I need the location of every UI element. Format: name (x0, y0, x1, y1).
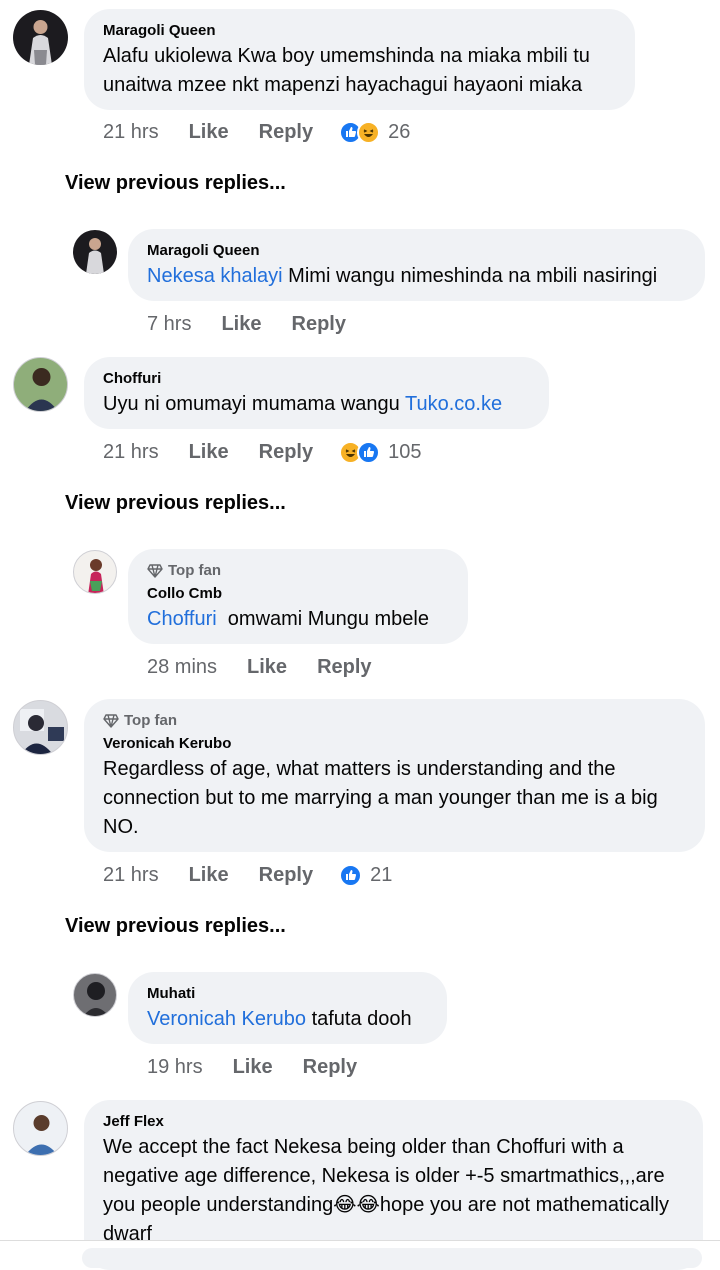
reply-button[interactable]: Reply (259, 121, 313, 144)
reply-button[interactable]: Reply (317, 656, 371, 679)
mention-link[interactable]: Nekesa khalayi (147, 265, 283, 287)
top-fan-badge: Top fan (103, 711, 686, 730)
comment-text: Alafu ukiolewa Kwa boy umemshinda na mia… (103, 45, 590, 96)
comment-text: Choffuri omwami Mungu mbele (147, 608, 429, 630)
comment-time[interactable]: 19 hrs (147, 1056, 203, 1079)
avatar[interactable] (73, 973, 117, 1017)
reply-button[interactable]: Reply (303, 1056, 357, 1079)
comment-text: Nekesa khalayi Mimi wangu nimeshinda na … (147, 265, 658, 287)
avatar[interactable] (73, 550, 117, 594)
like-button[interactable]: Like (189, 441, 229, 464)
person-photo-icon (83, 982, 109, 1016)
comment-bubble: Maragoli Queen Alafu ukiolewa Kwa boy um… (84, 9, 635, 110)
reaction-count: 105 (388, 440, 422, 463)
person-photo-icon (20, 709, 64, 754)
comment-actions: 21 hrs Like Reply 21 (103, 861, 392, 889)
view-previous-replies[interactable]: View previous replies... (65, 172, 286, 195)
comment-author[interactable]: Veronicah Kerubo (103, 734, 686, 753)
like-icon (357, 440, 381, 464)
avatar[interactable] (73, 230, 117, 274)
like-button[interactable]: Like (221, 313, 261, 336)
reply-bubble: Maragoli Queen Nekesa khalayi Mimi wangu… (128, 229, 705, 301)
like-button[interactable]: Like (189, 121, 229, 144)
reactions-summary[interactable]: 21 (339, 863, 393, 887)
reply-button[interactable]: Reply (259, 441, 313, 464)
comment-time[interactable]: 21 hrs (103, 121, 159, 144)
comment-author[interactable]: Maragoli Queen (103, 21, 616, 40)
comment-actions: 19 hrs Like Reply (147, 1053, 357, 1081)
next-comment-bubble (82, 1248, 702, 1268)
like-button[interactable]: Like (247, 656, 287, 679)
like-icon (339, 863, 363, 887)
person-photo-icon (29, 20, 52, 65)
avatar[interactable] (13, 700, 68, 755)
person-photo-icon (25, 1115, 58, 1155)
comment-actions: 28 mins Like Reply (147, 653, 372, 681)
comment-text: Veronicah Kerubo tafuta dooh (147, 1008, 412, 1030)
comment-text: Regardless of age, what matters is under… (103, 758, 658, 838)
like-button[interactable]: Like (189, 864, 229, 887)
comment-bubble: Top fan Veronicah Kerubo Regardless of a… (84, 699, 705, 852)
comment-time[interactable]: 28 mins (147, 656, 217, 679)
person-photo-icon (25, 368, 58, 411)
comment-author[interactable]: Collo Cmb (147, 584, 449, 603)
reaction-count: 21 (370, 863, 393, 886)
reply-bubble: Muhati Veronicah Kerubo tafuta dooh (128, 972, 447, 1044)
diamond-icon (103, 713, 119, 728)
person-photo-icon (88, 559, 104, 593)
diamond-icon (147, 563, 163, 578)
comment-time[interactable]: 21 hrs (103, 441, 159, 464)
reactions-summary[interactable]: 26 (339, 120, 411, 144)
mention-link[interactable]: Choffuri (147, 608, 217, 630)
reply-bubble: Top fan Collo Cmb Choffuri omwami Mungu … (128, 549, 468, 644)
comment-actions: 21 hrs Like Reply 105 (103, 438, 421, 466)
like-button[interactable]: Like (233, 1056, 273, 1079)
mention-link[interactable]: Tuko.co.ke (405, 393, 502, 415)
comment-time[interactable]: 21 hrs (103, 864, 159, 887)
view-previous-replies[interactable]: View previous replies... (65, 492, 286, 515)
comment-author[interactable]: Muhati (147, 984, 428, 1003)
comment-text: Uyu ni omumayi mumama wangu Tuko.co.ke (103, 393, 503, 415)
comment-text: We accept the fact Nekesa being older th… (103, 1136, 669, 1245)
comment-author[interactable]: Choffuri (103, 369, 530, 388)
avatar[interactable] (13, 10, 68, 65)
badge-label: Top fan (124, 712, 178, 729)
comment-time[interactable]: 7 hrs (147, 313, 191, 336)
mention-link[interactable]: Veronicah Kerubo (147, 1008, 306, 1030)
top-fan-badge: Top fan (147, 561, 449, 580)
comment-actions: 7 hrs Like Reply (147, 310, 346, 338)
reply-button[interactable]: Reply (292, 313, 346, 336)
person-photo-icon (86, 238, 104, 274)
haha-icon (357, 120, 381, 144)
reply-button[interactable]: Reply (259, 864, 313, 887)
reactions-summary[interactable]: 105 (339, 440, 422, 464)
reaction-count: 26 (388, 120, 411, 143)
comment-author[interactable]: Jeff Flex (103, 1112, 684, 1131)
comment-author[interactable]: Maragoli Queen (147, 241, 686, 260)
comment-actions: 21 hrs Like Reply 26 (103, 118, 410, 146)
comment-bubble: Choffuri Uyu ni omumayi mumama wangu Tuk… (84, 357, 549, 429)
badge-label: Top fan (168, 562, 222, 579)
avatar[interactable] (13, 1101, 68, 1156)
avatar[interactable] (13, 357, 68, 412)
view-previous-replies[interactable]: View previous replies... (65, 915, 286, 938)
